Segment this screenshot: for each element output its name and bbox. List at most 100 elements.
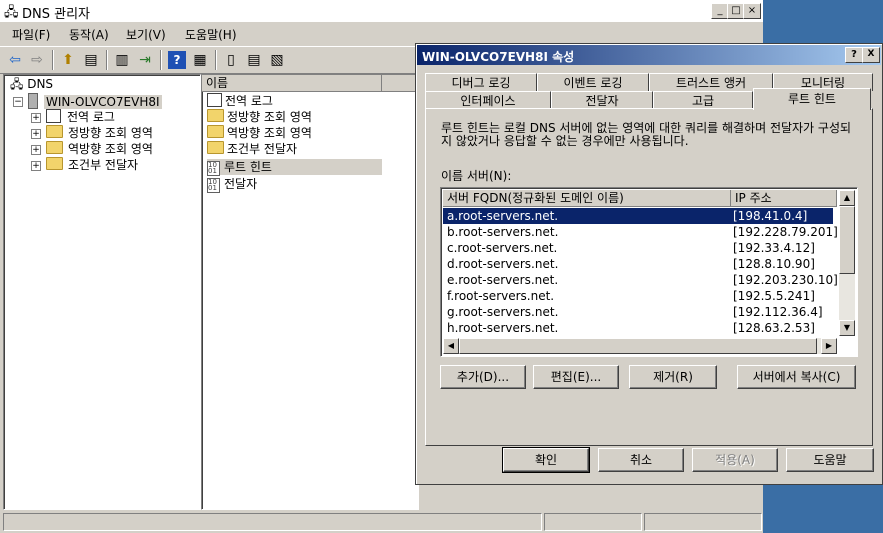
horizontal-scroll-thumb[interactable] bbox=[459, 338, 817, 354]
apply-button[interactable]: 적용(A) bbox=[692, 448, 778, 472]
copy-from-server-button[interactable]: 서버에서 복사(C) bbox=[737, 365, 856, 389]
expand-toggle[interactable]: + bbox=[31, 129, 41, 139]
server-fqdn-cell: h.root-servers.net. bbox=[447, 321, 559, 334]
list-item[interactable]: 조건부 전달자 bbox=[207, 141, 297, 157]
list-icon[interactable]: ▤ bbox=[245, 51, 263, 69]
remove-button[interactable]: 제거(R) bbox=[629, 365, 717, 389]
scroll-right-arrow-icon[interactable]: ▶ bbox=[821, 338, 837, 354]
menu-help[interactable]: 도움말(H) bbox=[185, 26, 237, 43]
name-server-row[interactable]: h.root-servers.net. [128.63.2.53] bbox=[443, 320, 833, 334]
tree-root-label: DNS bbox=[27, 77, 54, 91]
tree-item-conditional-forwarders[interactable]: 조건부 전달자 bbox=[46, 157, 138, 173]
console-tree-icon[interactable]: ▤ bbox=[82, 51, 100, 69]
list-item-selected[interactable]: 10 01 루트 힌트 bbox=[207, 159, 382, 176]
scroll-thumb[interactable] bbox=[839, 206, 855, 274]
dialog-close-button[interactable]: X bbox=[862, 47, 880, 63]
menu-bar: 파일(F) 동작(A) 보기(V) 도움말(H) bbox=[0, 22, 763, 44]
tree-root-dns[interactable]: 🖧 DNS bbox=[10, 76, 53, 92]
server-fqdn-cell: c.root-servers.net. bbox=[447, 241, 558, 255]
toolbar-separator bbox=[215, 50, 217, 70]
folder-icon bbox=[207, 125, 224, 138]
ip-address-cell: [192.228.79.201] bbox=[733, 225, 838, 239]
expand-toggle[interactable]: + bbox=[31, 113, 41, 123]
list-item-label: 전달자 bbox=[224, 177, 258, 191]
name-server-row[interactable]: a.root-servers.net. [198.41.0.4] bbox=[443, 208, 833, 224]
expand-toggle[interactable]: + bbox=[31, 145, 41, 155]
close-button[interactable]: × bbox=[743, 3, 761, 19]
name-server-row[interactable]: b.root-servers.net. [192.228.79.201] bbox=[443, 224, 838, 240]
server-icon[interactable]: ▯ bbox=[222, 51, 240, 69]
filter-icon[interactable]: ▧ bbox=[268, 51, 286, 69]
scroll-down-arrow-icon[interactable]: ▼ bbox=[839, 320, 855, 336]
tree-item-global-log[interactable]: 전역 로그 bbox=[46, 109, 115, 125]
tree-item-forward-zones[interactable]: 정방향 조회 영역 bbox=[46, 125, 153, 141]
properties-icon[interactable]: ▥ bbox=[113, 51, 131, 69]
list-item[interactable]: 10 01 전달자 bbox=[207, 176, 258, 193]
name-server-row[interactable]: e.root-servers.net. [192.203.230.10] bbox=[443, 272, 838, 288]
tree-item-label: 조건부 전달자 bbox=[68, 158, 139, 172]
vertical-scrollbar[interactable]: ▲ ▼ bbox=[839, 190, 855, 336]
edit-button[interactable]: 편집(E)... bbox=[533, 365, 619, 389]
cancel-button[interactable]: 취소 bbox=[598, 448, 684, 472]
name-server-row[interactable]: f.root-servers.net. [192.5.5.241] bbox=[443, 288, 833, 304]
tab-interfaces[interactable]: 인터페이스 bbox=[425, 91, 551, 109]
tab-advanced[interactable]: 고급 bbox=[653, 91, 753, 109]
ip-address-cell: [192.5.5.241] bbox=[733, 289, 815, 303]
column-header-name[interactable]: 이름 bbox=[202, 75, 382, 92]
list-item[interactable]: 전역 로그 bbox=[207, 93, 273, 109]
tree-item-server[interactable]: WIN-OLVCO7EVH8I bbox=[28, 93, 162, 109]
status-bar bbox=[0, 510, 763, 532]
name-server-row[interactable]: c.root-servers.net. [192.33.4.12] bbox=[443, 240, 833, 256]
server-fqdn-cell: f.root-servers.net. bbox=[447, 289, 555, 303]
tab-forwarders[interactable]: 전달자 bbox=[551, 91, 653, 109]
list-item[interactable]: 정방향 조회 영역 bbox=[207, 109, 312, 125]
menu-view[interactable]: 보기(V) bbox=[126, 26, 166, 43]
scroll-up-arrow-icon[interactable]: ▲ bbox=[839, 190, 855, 206]
export-list-icon[interactable]: ⇥ bbox=[136, 51, 154, 69]
column-header-fqdn[interactable]: 서버 FQDN(정규화된 도메인 이름) bbox=[443, 190, 731, 207]
name-servers-list[interactable]: 서버 FQDN(정규화된 도메인 이름) IP 주소 a.root-server… bbox=[440, 187, 858, 357]
context-help-button[interactable]: ? bbox=[845, 47, 863, 63]
menu-file[interactable]: 파일(F) bbox=[12, 26, 50, 43]
tree-item-label: 전역 로그 bbox=[67, 110, 115, 124]
event-log-icon bbox=[207, 93, 222, 107]
folder-icon bbox=[46, 157, 63, 170]
menu-action[interactable]: 동작(A) bbox=[69, 26, 109, 43]
ip-address-cell: [198.41.0.4] bbox=[733, 209, 808, 223]
show-hide-icon[interactable]: ▦ bbox=[191, 51, 209, 69]
root-hints-description: 루트 힌트는 로컬 DNS 서버에 없는 영역에 대한 쿼리를 해결하며 전달자… bbox=[441, 121, 852, 148]
ip-address-cell: [128.63.2.53] bbox=[733, 321, 815, 334]
forward-arrow-icon[interactable]: ⇨ bbox=[28, 51, 46, 69]
name-server-row[interactable]: g.root-servers.net. [192.112.36.4] bbox=[443, 304, 833, 320]
expand-toggle[interactable]: + bbox=[31, 161, 41, 171]
folder-icon bbox=[207, 141, 224, 154]
scroll-left-arrow-icon[interactable]: ◀ bbox=[443, 338, 459, 354]
horizontal-scrollbar[interactable]: ◀ ▶ bbox=[443, 338, 837, 354]
status-panel bbox=[3, 513, 542, 531]
list-item-label: 전역 로그 bbox=[225, 94, 273, 108]
ip-address-cell: [192.33.4.12] bbox=[733, 241, 815, 255]
help-icon[interactable]: ? bbox=[168, 51, 186, 69]
status-panel bbox=[644, 513, 762, 531]
ip-address-cell: [128.8.10.90] bbox=[733, 257, 815, 271]
folder-icon bbox=[207, 109, 224, 122]
name-server-row[interactable]: d.root-servers.net. [128.8.10.90] bbox=[443, 256, 833, 272]
tree-item-reverse-zones[interactable]: 역방향 조회 영역 bbox=[46, 141, 153, 157]
column-header-ip[interactable]: IP 주소 bbox=[731, 190, 837, 207]
ip-address-cell: [192.203.230.10] bbox=[733, 273, 838, 287]
column-header-empty[interactable] bbox=[382, 75, 418, 92]
tab-event-logging[interactable]: 이벤트 로깅 bbox=[537, 73, 649, 91]
tab-debug-logging[interactable]: 디버그 로깅 bbox=[425, 73, 537, 91]
help-button[interactable]: 도움말 bbox=[786, 448, 874, 472]
main-title-bar[interactable]: 🖧 DNS 관리자 _ □ × bbox=[0, 0, 763, 22]
back-arrow-icon[interactable]: ⇦ bbox=[6, 51, 24, 69]
collapse-toggle[interactable]: − bbox=[13, 97, 23, 107]
list-item-label: 정방향 조회 영역 bbox=[227, 110, 312, 124]
ok-button[interactable]: 확인 bbox=[502, 447, 590, 473]
dialog-title-bar[interactable]: WIN-OLVCO7EVH8I 속성 ? X bbox=[417, 45, 881, 65]
tab-root-hints[interactable]: 루트 힌트 bbox=[753, 88, 871, 110]
add-button[interactable]: 추가(D)... bbox=[440, 365, 526, 389]
list-item[interactable]: 역방향 조회 영역 bbox=[207, 125, 312, 141]
list-item-label: 루트 힌트 bbox=[224, 160, 272, 174]
up-folder-icon[interactable]: ⬆ bbox=[59, 51, 77, 69]
